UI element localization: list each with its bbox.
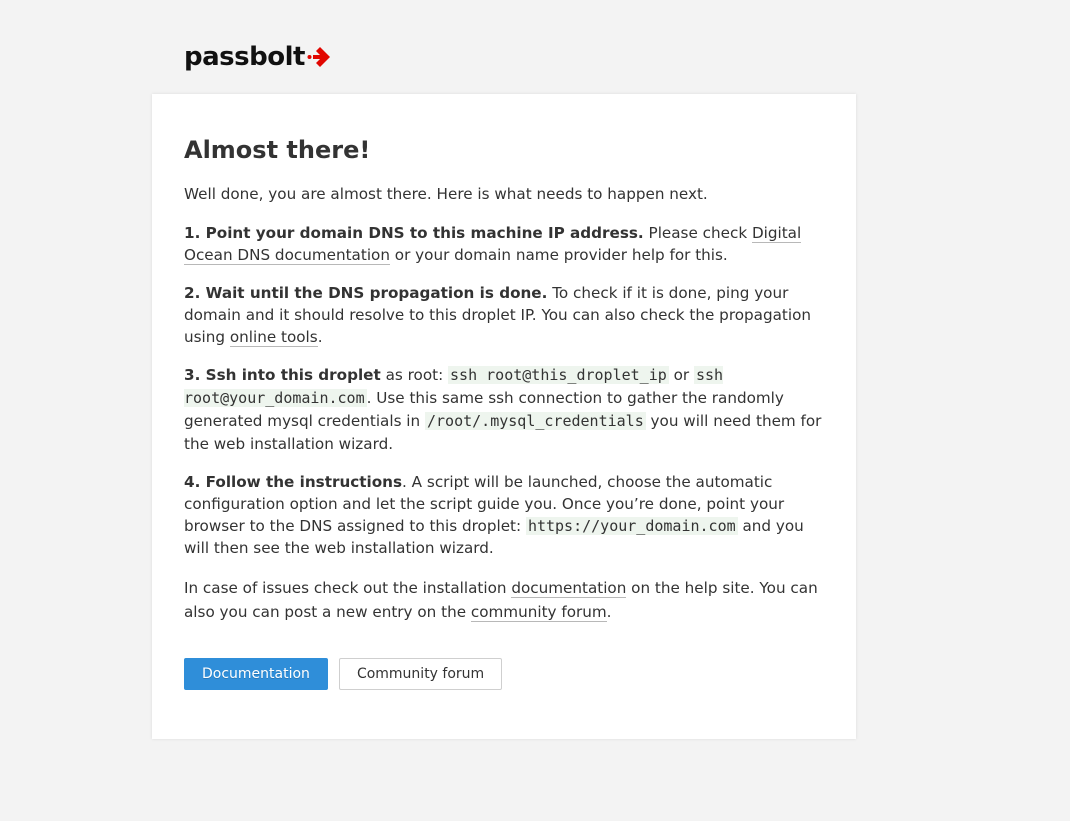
step-4: 4. Follow the instructions. A script wil… <box>184 471 824 559</box>
help-text-c: . <box>606 603 612 621</box>
step-3-text-a: as root: <box>380 366 449 384</box>
intro-text: Well done, you are almost there. Here is… <box>184 185 708 203</box>
step-1-text-a: Please check <box>643 224 752 242</box>
action-buttons: Documentation Community forum <box>184 658 503 690</box>
step-2-heading: 2. Wait until the DNS propagation is don… <box>184 284 548 302</box>
step-2: 2. Wait until the DNS propagation is don… <box>184 282 824 348</box>
step-3-heading: 3. Ssh into this droplet <box>184 366 381 384</box>
step-2-text-b: . <box>317 328 323 346</box>
step-1-text-b: or your domain name provider help for th… <box>389 246 728 264</box>
domain-url-code: https://your_domain.com <box>525 517 738 535</box>
passbolt-logo: passbolt <box>184 43 333 71</box>
step-1-heading: 1. Point your domain DNS to this machine… <box>184 224 644 242</box>
step-4-heading: 4. Follow the instructions <box>184 473 403 491</box>
help-text-a: In case of issues check out the installa… <box>184 579 512 597</box>
step-3: 3. Ssh into this droplet as root: ssh ro… <box>184 364 824 456</box>
community-forum-link[interactable]: community forum <box>470 603 607 622</box>
documentation-link[interactable]: documentation <box>511 579 627 598</box>
step-1: 1. Point your domain DNS to this machine… <box>184 222 824 266</box>
step-3-text-b: or <box>668 366 694 384</box>
logo-text: passbolt <box>184 42 305 72</box>
online-tools-link[interactable]: online tools <box>229 328 318 347</box>
passbolt-logo-icon <box>307 47 330 67</box>
setup-card: Almost there! Well done, you are almost … <box>152 94 856 739</box>
page-title: Almost there! <box>184 136 371 164</box>
help-text: In case of issues check out the installa… <box>184 576 824 624</box>
documentation-button[interactable]: Documentation <box>184 658 328 690</box>
ssh-droplet-ip-code: ssh root@this_droplet_ip <box>448 366 669 384</box>
mysql-credentials-path-code: /root/.mysql_credentials <box>424 412 646 430</box>
community-forum-button[interactable]: Community forum <box>338 658 503 690</box>
